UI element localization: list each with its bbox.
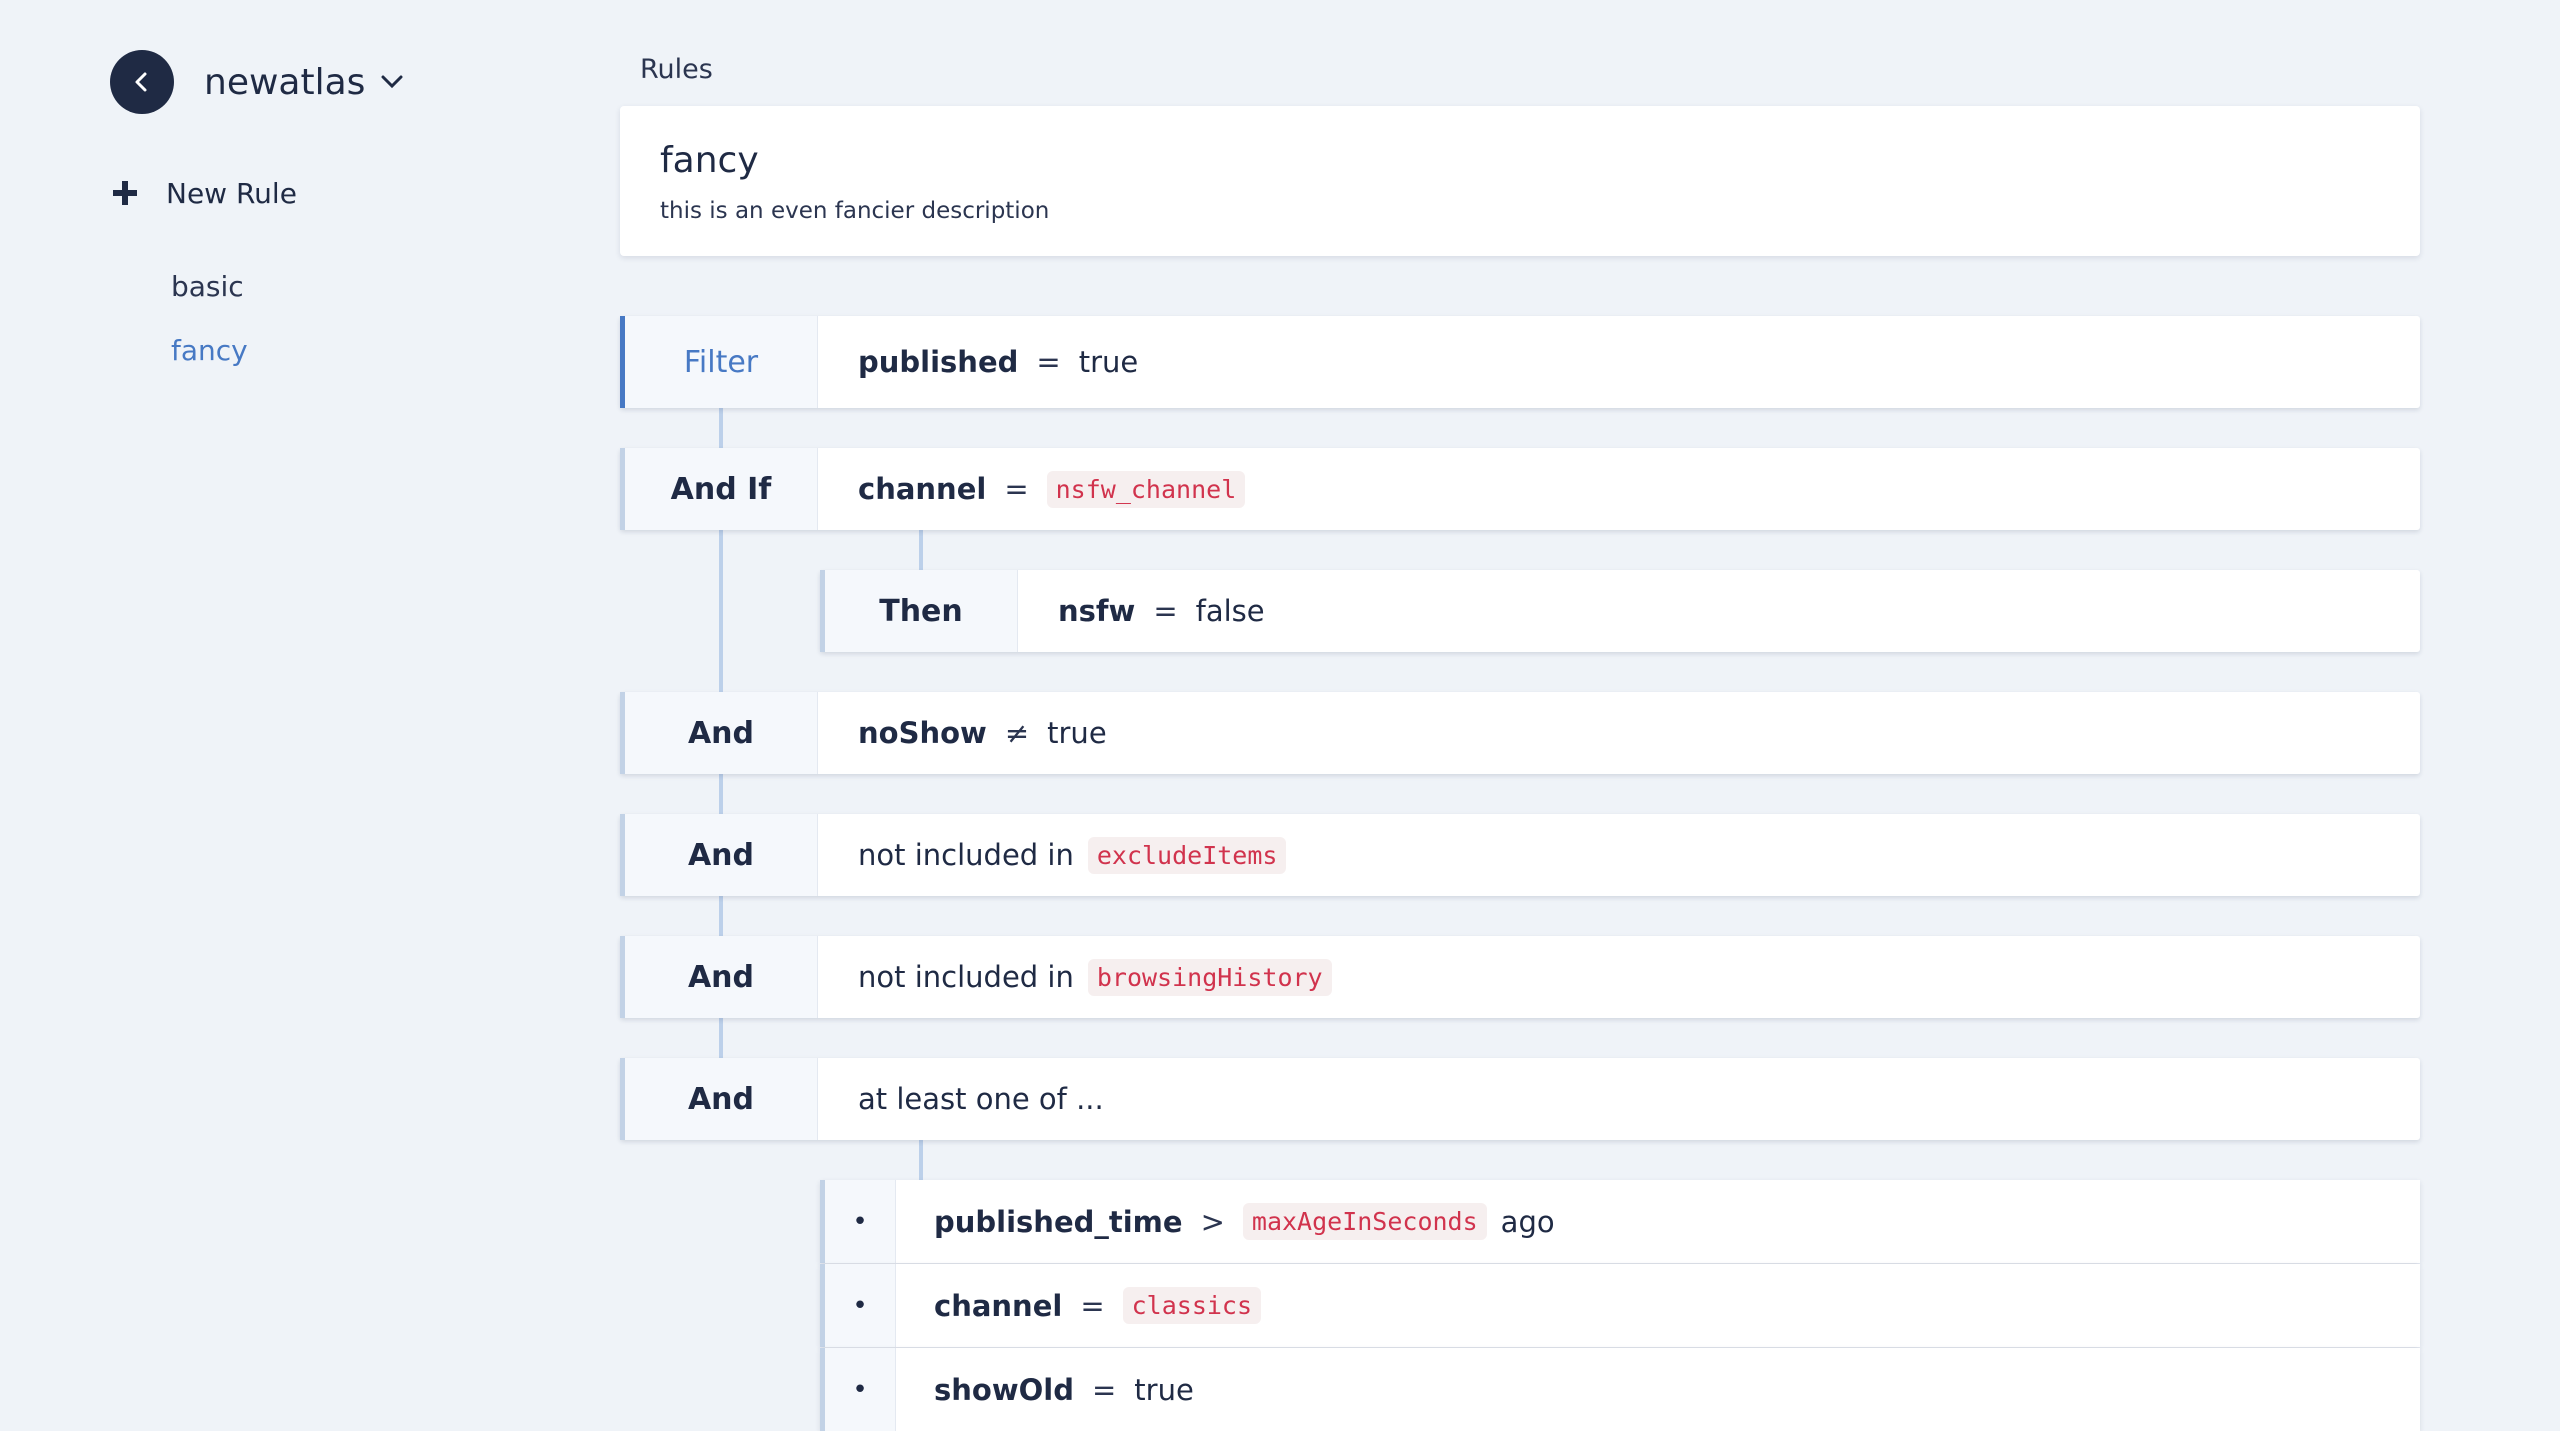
section-title: Rules bbox=[640, 54, 713, 85]
list-item[interactable]: • published_time > maxAgeInSeconds ago bbox=[820, 1180, 2420, 1263]
sidebar-item-basic[interactable]: basic bbox=[171, 270, 244, 303]
condition-suffix: ago bbox=[1500, 1204, 1555, 1239]
condition-then[interactable]: Then nsfw = false bbox=[820, 570, 2420, 652]
condition-label: And bbox=[620, 936, 818, 1018]
new-rule-label: New Rule bbox=[166, 176, 297, 210]
condition-variable: excludeItems bbox=[1087, 836, 1287, 874]
condition-label: Then bbox=[820, 570, 1018, 652]
condition-and-if[interactable]: And If channel = nsfw_channel bbox=[620, 448, 2420, 530]
condition-filter[interactable]: Filter published = true bbox=[620, 316, 2420, 408]
back-button[interactable] bbox=[110, 50, 174, 114]
condition-value: true bbox=[1047, 716, 1107, 750]
condition-and[interactable]: And noShow ≠ true bbox=[620, 692, 2420, 774]
sidebar-item-fancy[interactable]: fancy bbox=[171, 334, 248, 367]
condition-field: published_time bbox=[934, 1204, 1183, 1239]
condition-variable: maxAgeInSeconds bbox=[1242, 1203, 1487, 1240]
new-rule-button[interactable]: New Rule bbox=[112, 170, 297, 216]
condition-variable: nsfw_channel bbox=[1046, 470, 1246, 508]
condition-field: noShow bbox=[858, 716, 987, 750]
condition-operator: = bbox=[1036, 345, 1061, 379]
bullet-icon: • bbox=[820, 1348, 896, 1431]
list-item[interactable]: • channel = classics bbox=[820, 1264, 2420, 1347]
bullet-icon: • bbox=[820, 1264, 896, 1347]
rule-title: fancy bbox=[660, 140, 759, 181]
rule-header-card: fancy this is an even fancier descriptio… bbox=[620, 106, 2420, 256]
condition-field: published bbox=[858, 345, 1019, 379]
project-selector[interactable]: newatlas bbox=[204, 60, 403, 104]
connector-line bbox=[719, 1018, 723, 1060]
condition-label: And bbox=[620, 692, 818, 774]
rule-description: this is an even fancier description bbox=[660, 198, 1050, 224]
condition-operator: = bbox=[1004, 472, 1029, 506]
condition-operator: = bbox=[1080, 1288, 1105, 1323]
connector-line bbox=[719, 774, 723, 816]
connector-line bbox=[719, 408, 723, 448]
list-item[interactable]: • showOld = true bbox=[820, 1348, 2420, 1431]
connector-line bbox=[719, 530, 723, 692]
condition-text: not included in bbox=[858, 838, 1074, 872]
condition-value: true bbox=[1134, 1372, 1194, 1407]
chevron-left-icon bbox=[135, 72, 147, 92]
condition-and[interactable]: And not included in browsingHistory bbox=[620, 936, 2420, 1018]
plus-icon bbox=[113, 181, 137, 205]
condition-field: showOld bbox=[934, 1372, 1074, 1407]
condition-field: channel bbox=[858, 472, 987, 506]
connector-line bbox=[719, 896, 723, 938]
project-name: newatlas bbox=[204, 61, 366, 103]
condition-label: And If bbox=[620, 448, 818, 530]
condition-text: at least one of ... bbox=[858, 1082, 1104, 1116]
condition-field: nsfw bbox=[1058, 594, 1136, 628]
condition-text: not included in bbox=[858, 960, 1074, 994]
condition-and[interactable]: And not included in excludeItems bbox=[620, 814, 2420, 896]
condition-operator: ≠ bbox=[1004, 716, 1030, 750]
bullet-icon: • bbox=[820, 1180, 896, 1263]
connector-line bbox=[919, 530, 923, 570]
condition-operator: = bbox=[1091, 1372, 1117, 1407]
condition-variable: browsingHistory bbox=[1087, 958, 1332, 996]
condition-label: And bbox=[620, 1058, 818, 1140]
condition-variable: classics bbox=[1122, 1287, 1262, 1324]
chevron-down-icon bbox=[381, 75, 403, 89]
connector-line bbox=[919, 1140, 923, 1182]
condition-value: false bbox=[1195, 594, 1265, 628]
condition-field: channel bbox=[934, 1288, 1063, 1323]
condition-label: And bbox=[620, 814, 818, 896]
condition-and[interactable]: And at least one of ... bbox=[620, 1058, 2420, 1140]
condition-operator: > bbox=[1200, 1204, 1225, 1239]
condition-label: Filter bbox=[620, 316, 818, 408]
condition-value: true bbox=[1078, 345, 1139, 379]
condition-operator: = bbox=[1153, 594, 1178, 628]
